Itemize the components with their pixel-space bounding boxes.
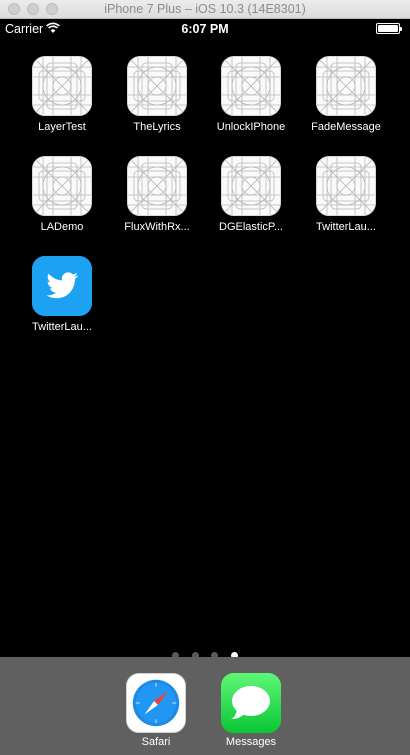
placeholder-app-icon — [221, 56, 281, 116]
app-lademo[interactable]: LADemo — [15, 156, 109, 233]
app-label: UnlockIPhone — [216, 121, 286, 133]
placeholder-app-icon — [316, 156, 376, 216]
app-label: FluxWithRx... — [124, 221, 190, 233]
app-dgelasticp[interactable]: DGElasticP... — [204, 156, 298, 233]
dock-app-messages[interactable]: Messages — [204, 673, 298, 748]
app-label: TheLyrics — [133, 121, 181, 133]
dock: Safari Messages — [0, 657, 410, 755]
app-thelyrics[interactable]: TheLyrics — [110, 56, 204, 133]
app-label: FadeMessage — [311, 121, 381, 133]
messages-bubble-icon — [221, 673, 281, 733]
status-bar: Carrier 6:07 PM — [0, 19, 410, 39]
safari-compass-icon — [126, 673, 186, 733]
simulator-titlebar: iPhone 7 Plus – iOS 10.3 (14E8301) — [0, 0, 410, 19]
app-fluxwithrx[interactable]: FluxWithRx... — [110, 156, 204, 233]
placeholder-app-icon — [127, 56, 187, 116]
placeholder-app-icon — [127, 156, 187, 216]
twitter-bird-icon — [32, 256, 92, 316]
app-twitterlau[interactable]: TwitterLau... — [15, 256, 109, 333]
placeholder-app-icon — [316, 56, 376, 116]
app-label: TwitterLau... — [32, 321, 92, 333]
placeholder-app-icon — [32, 56, 92, 116]
window-title: iPhone 7 Plus – iOS 10.3 (14E8301) — [104, 2, 306, 16]
app-label: Messages — [225, 736, 277, 748]
app-label: TwitterLau... — [316, 221, 376, 233]
app-twitterlau-placeholder[interactable]: TwitterLau... — [299, 156, 393, 233]
app-label: LADemo — [40, 221, 84, 233]
app-label: LayerTest — [38, 121, 86, 133]
status-time: 6:07 PM — [181, 22, 229, 36]
app-fademessage[interactable]: FadeMessage — [299, 56, 393, 133]
app-label: Safari — [141, 736, 171, 748]
battery-icon — [376, 23, 402, 34]
app-unlockiphone[interactable]: UnlockIPhone — [204, 56, 298, 133]
app-layertest[interactable]: LayerTest — [15, 56, 109, 133]
placeholder-app-icon — [221, 156, 281, 216]
placeholder-app-icon — [32, 156, 92, 216]
app-label: DGElasticP... — [219, 221, 283, 233]
dock-app-safari[interactable]: Safari — [109, 673, 203, 748]
